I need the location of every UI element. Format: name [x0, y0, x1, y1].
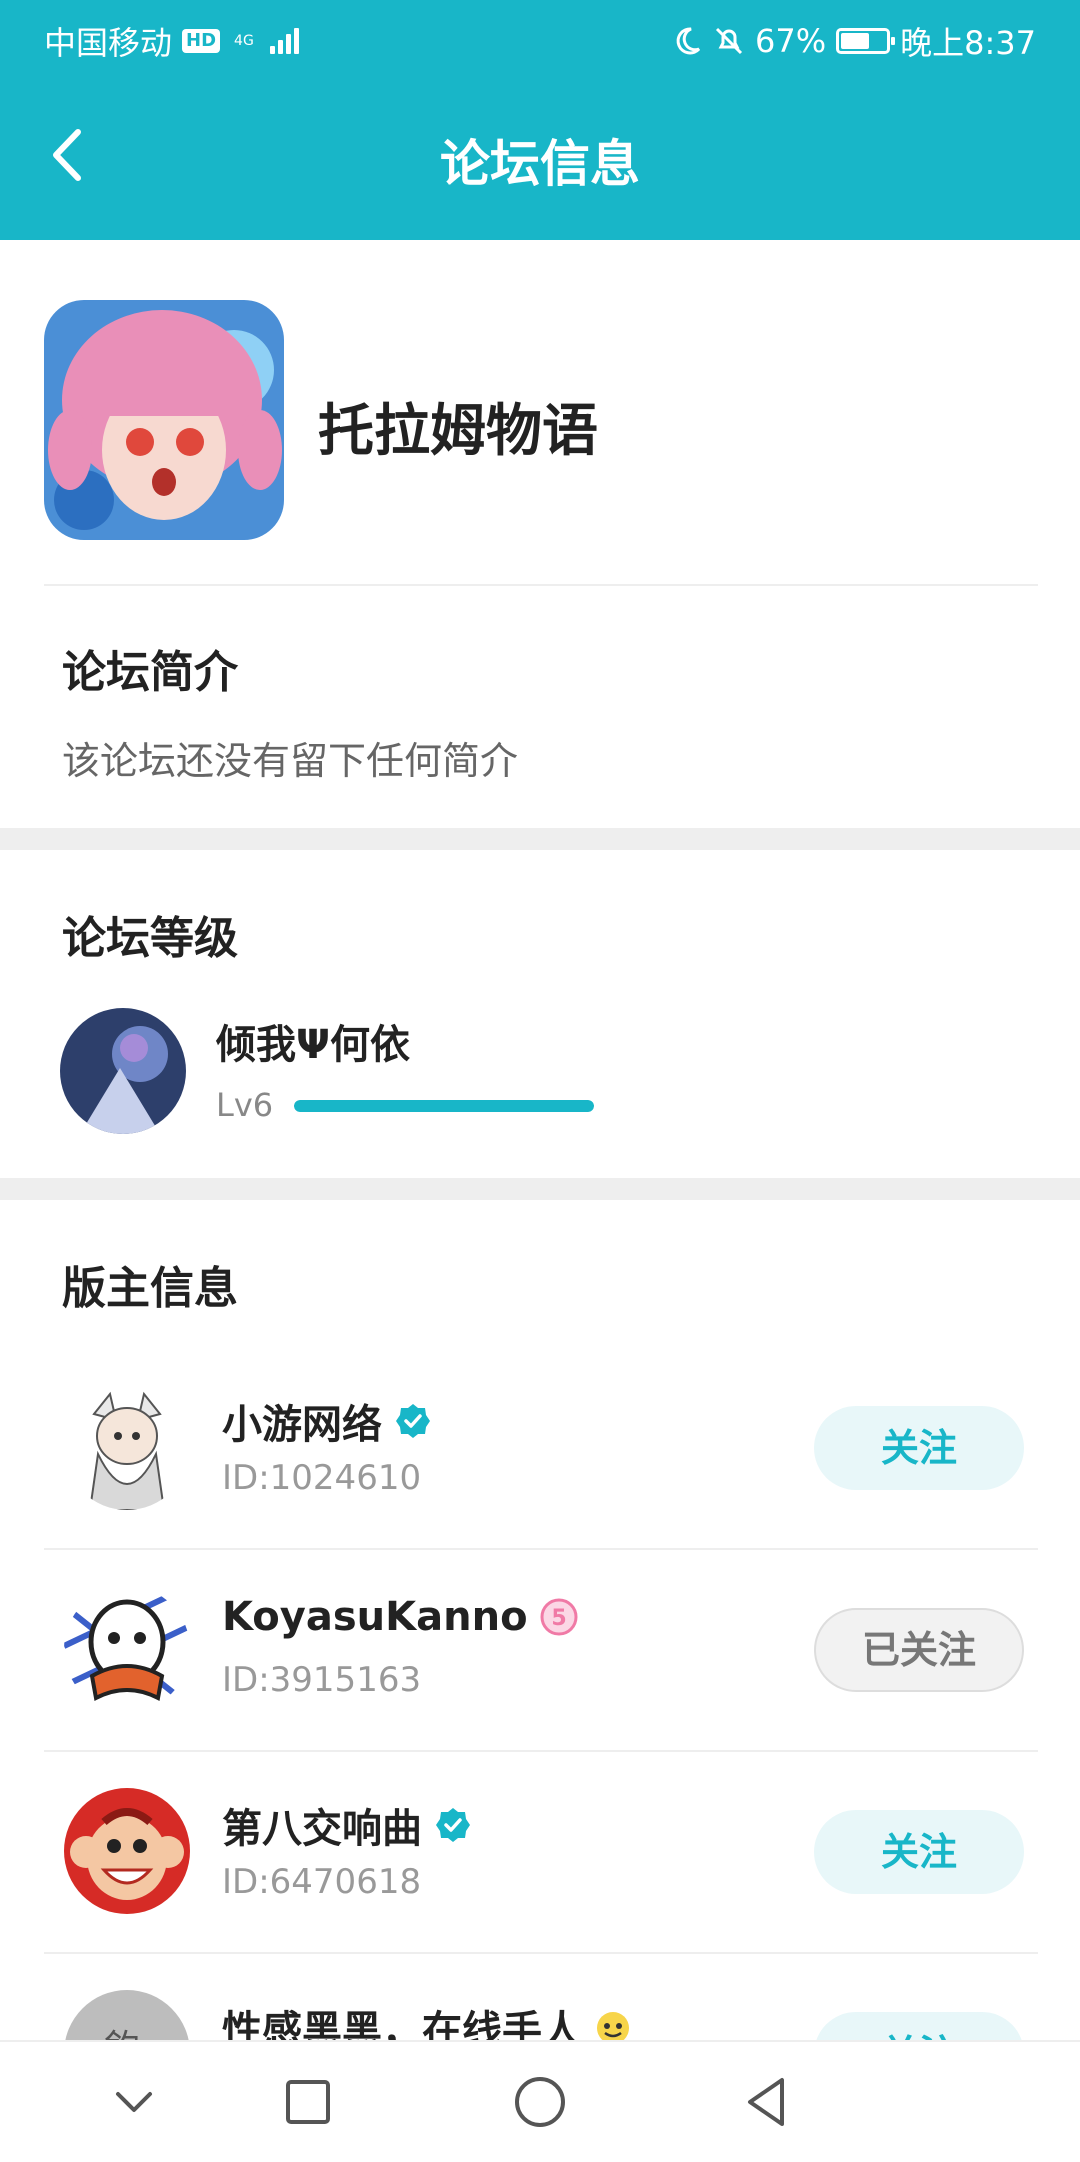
page-title: 论坛信息 [440, 135, 640, 193]
recents-icon[interactable] [276, 2070, 340, 2134]
moderator-row[interactable]: KoyasuKanno 5 ID:3915163 已关注 [44, 1550, 1038, 1752]
battery-icon [836, 28, 896, 54]
moderator-name: 小游网络 [222, 1392, 432, 1450]
home-icon[interactable] [508, 2070, 572, 2134]
carrier-name: 中国移动 [44, 24, 173, 62]
moderator-row[interactable]: 第八交响曲 ID:6470618 关注 [44, 1752, 1038, 1954]
moderator-avatar[interactable] [64, 1384, 190, 1510]
moderator-id: ID:1024610 [222, 1458, 422, 1498]
system-nav-bar [0, 2040, 1080, 2162]
moderators-title: 版主信息 [62, 1263, 238, 1314]
follow-button[interactable]: 关注 [814, 1406, 1024, 1490]
moderator-name: KoyasuKanno 5 [222, 1594, 578, 1640]
app-header: 中国移动 HD 4G 67% 晚上8:37 论坛信息 [0, 0, 1080, 240]
signal-icon [269, 28, 299, 54]
moderator-name: 第八交响曲 [222, 1796, 472, 1854]
forum-game-icon [44, 300, 284, 540]
nav-bar: 论坛信息 [0, 78, 1080, 240]
level-badge-icon: 5 [540, 1598, 578, 1636]
status-time: 晚上8:37 [900, 24, 1036, 62]
moderator-id: ID:3915163 [222, 1660, 422, 1700]
verified-icon [436, 1808, 470, 1842]
level-progress-bar [294, 1100, 594, 1112]
bell-off-icon [715, 27, 743, 55]
svg-text:5: 5 [551, 1606, 566, 1631]
level-label: Lv6 [216, 1086, 274, 1124]
hd-icon: HD [182, 29, 221, 53]
moderator-row[interactable]: 小游网络 ID:1024610 关注 [44, 1348, 1038, 1550]
moderator-avatar[interactable] [64, 1788, 190, 1914]
chevron-down-icon[interactable] [102, 2070, 166, 2134]
level-user-name: 倾我Ψ何依 [216, 1022, 410, 1068]
battery-percent: 67% [755, 22, 827, 60]
section-divider [0, 828, 1080, 850]
section-divider [0, 1178, 1080, 1200]
back-triangle-icon[interactable] [736, 2070, 800, 2134]
follow-button[interactable]: 关注 [814, 1810, 1024, 1894]
status-right: 67% 晚上8:37 [671, 18, 1036, 64]
moderator-id: ID:6470618 [222, 1862, 422, 1902]
intro-title: 论坛简介 [62, 647, 238, 698]
network-type: 4G [234, 33, 254, 49]
user-avatar[interactable] [60, 1008, 186, 1134]
forum-name: 托拉姆物语 [318, 399, 598, 464]
status-left: 中国移动 HD 4G [44, 18, 299, 64]
intro-text: 该论坛还没有留下任何简介 [62, 739, 519, 783]
level-progress-fill [294, 1100, 594, 1112]
moon-icon [676, 27, 701, 55]
forum-info: 托拉姆物语 [44, 300, 1038, 586]
verified-icon [396, 1404, 430, 1438]
following-button[interactable]: 已关注 [814, 1608, 1024, 1692]
status-bar: 中国移动 HD 4G 67% 晚上8:37 [0, 0, 1080, 78]
level-title: 论坛等级 [62, 913, 238, 964]
moderator-avatar[interactable] [64, 1586, 190, 1712]
